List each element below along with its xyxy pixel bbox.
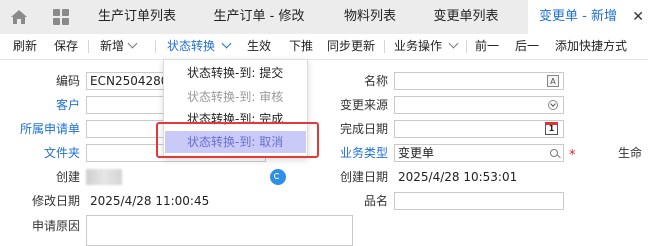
tab-material-list[interactable]: 物料列表 (330, 0, 410, 34)
code-label: 编码 (55, 74, 80, 88)
toolbar-divider (384, 40, 385, 53)
name-label: 名称 (363, 74, 388, 88)
tab-label: 变更单 - 新增 (539, 9, 617, 24)
multilang-icon[interactable]: A (547, 75, 559, 87)
tab-change-order-list[interactable]: 变更单列表 (420, 0, 512, 34)
created-date-label: 创建日期 (339, 170, 388, 184)
required-mark: * (569, 148, 576, 163)
push-down-button[interactable]: 下推 (289, 34, 313, 59)
change-source-label: 变更来源 (339, 98, 388, 112)
toolbar-divider (155, 40, 156, 53)
code-field[interactable]: ECN2504280 (86, 72, 168, 90)
creator-label: 创建 (55, 170, 80, 184)
toolbar: 刷新 保存 新增 状态转换 生效 下推 同步更新 业务操作 前一 后一 添加快捷… (0, 34, 648, 60)
home-icon[interactable] (10, 9, 28, 25)
effective-button[interactable]: 生效 (247, 34, 271, 59)
add-label: 新增 (100, 39, 125, 53)
tab-production-order-list[interactable]: 生产订单列表 (84, 0, 190, 34)
status-convert-label: 状态转换 (167, 39, 216, 53)
menu-item-submit[interactable]: 状态转换-到: 提交 (165, 62, 306, 84)
business-type-field[interactable]: 变更单 (394, 144, 564, 162)
close-icon[interactable]: ✕ (632, 0, 644, 34)
tab-label: 变更单列表 (433, 9, 499, 24)
lifecycle-label: 生命 (618, 146, 643, 160)
save-button[interactable]: 保存 (54, 34, 78, 59)
finish-date-field[interactable] (394, 120, 564, 138)
requisition-field[interactable] (86, 120, 164, 138)
tab-production-order-edit[interactable]: 生产订单 - 修改 (200, 0, 318, 34)
tab-change-order-new[interactable]: 变更单 - 新增 ✕ (528, 0, 648, 34)
chevron-down-icon (448, 38, 459, 49)
folder-label[interactable]: 文件夹 (40, 143, 80, 163)
sync-update-button[interactable]: 同步更新 (327, 34, 375, 59)
tab-label: 物料列表 (343, 9, 396, 24)
change-source-select[interactable] (394, 96, 564, 114)
tab-bar: 生产订单列表 生产订单 - 修改 物料列表 变更单列表 变更单 - 新增 ✕ (0, 0, 648, 34)
requisition-label[interactable]: 所属申请单 (0, 119, 80, 139)
next-button[interactable]: 后一 (515, 34, 539, 59)
apps-grid-icon[interactable] (52, 9, 70, 25)
product-name-field[interactable] (394, 192, 564, 210)
business-ops-label: 业务操作 (394, 39, 443, 53)
add-button[interactable]: 新增 (100, 34, 138, 59)
chevron-down-icon (127, 38, 138, 49)
chevron-down-icon (221, 38, 232, 49)
finish-date-label: 完成日期 (339, 122, 388, 136)
refresh-button[interactable]: 刷新 (13, 34, 37, 59)
refresh-icon[interactable] (270, 169, 286, 185)
search-icon[interactable] (550, 149, 558, 157)
name-field[interactable] (394, 72, 564, 90)
modified-date-value: 2025/4/28 11:00:45 (90, 194, 210, 208)
reason-label: 申请原因 (31, 219, 80, 233)
created-date-value: 2025/4/28 10:53:01 (398, 170, 518, 184)
customer-label[interactable]: 客户 (40, 95, 80, 115)
tab-label: 生产订单 - 修改 (213, 9, 305, 24)
tab-label: 生产订单列表 (97, 9, 176, 24)
business-ops-button[interactable]: 业务操作 (394, 34, 459, 59)
customer-field[interactable] (86, 96, 164, 114)
add-shortcut-button[interactable]: 添加快捷方式 (555, 34, 627, 59)
product-name-label: 品名 (363, 194, 388, 208)
status-convert-button[interactable]: 状态转换 (167, 34, 232, 59)
chevron-down-icon[interactable] (548, 100, 558, 110)
reason-textarea[interactable] (86, 215, 353, 246)
menu-item-approve: 状态转换-到: 审核 (187, 90, 284, 104)
modified-date-label: 修改日期 (31, 194, 80, 208)
business-type-label[interactable]: 业务类型 (320, 143, 388, 163)
toolbar-divider (466, 40, 467, 53)
toolbar-divider (88, 40, 89, 53)
highlight-annotation (156, 122, 319, 158)
prev-button[interactable]: 前一 (475, 34, 499, 59)
calendar-icon[interactable]: 1 (545, 122, 558, 135)
creator-value-redacted (86, 169, 122, 185)
